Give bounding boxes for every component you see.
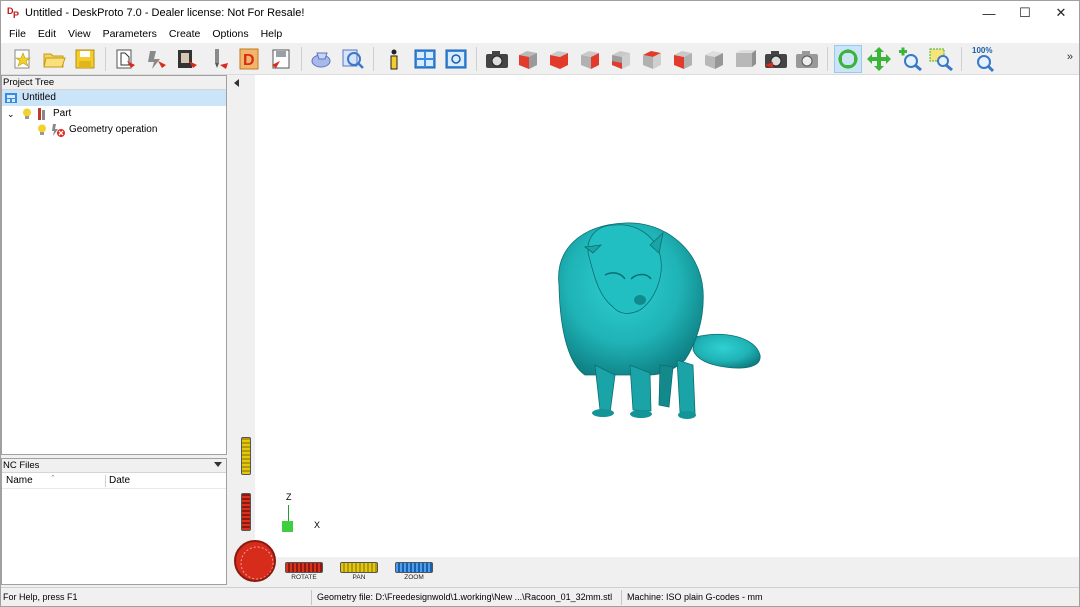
3d-viewport[interactable] — [255, 75, 1079, 557]
axis-origin-icon — [282, 521, 293, 532]
svg-text:D: D — [243, 52, 255, 69]
view-iso-icon[interactable] — [700, 45, 728, 73]
tree-item-part[interactable]: ⌄ Part — [2, 106, 226, 122]
menu-parameters[interactable]: Parameters — [97, 28, 163, 40]
menu-options[interactable]: Options — [206, 28, 254, 40]
axis-z-label: Z — [286, 492, 292, 502]
zoom-wheel-label: ZOOM — [404, 574, 424, 581]
column-divider[interactable] — [105, 475, 106, 487]
nc-files-panel: NC Files ⌃ Name Date — [1, 458, 227, 585]
operation-parameters-icon[interactable] — [143, 45, 171, 73]
project-tree: Project Tree Untitled ⌄ Part Geometry op… — [1, 75, 227, 455]
open-folder-icon[interactable] — [40, 45, 68, 73]
snapshot-icon[interactable] — [762, 45, 790, 73]
new-project-icon[interactable] — [9, 45, 37, 73]
menu-bar: File Edit View Parameters Create Options… — [1, 25, 1079, 43]
tree-item-geometry-operation[interactable]: Geometry operation — [2, 122, 226, 138]
view-bottom-icon[interactable] — [669, 45, 697, 73]
nc-files-header: NC Files — [2, 459, 226, 473]
sort-caret-icon: ⌃ — [50, 475, 56, 482]
zoom-100-icon[interactable]: 100% — [968, 45, 1002, 73]
dp-wizard-icon[interactable]: D — [236, 45, 264, 73]
status-geometry-file: Geometry file: D:\Freedesignwold\1.worki… — [317, 592, 613, 602]
operation-error-icon — [51, 123, 65, 143]
toolbar-separator — [373, 46, 374, 71]
left-panel: Project Tree Untitled ⌄ Part Geometry op… — [1, 75, 227, 585]
zoom-window-icon[interactable] — [927, 45, 955, 73]
tree-item-project[interactable]: Untitled — [2, 90, 226, 106]
axis-x-label: X — [314, 520, 321, 530]
preview-icon[interactable] — [442, 45, 470, 73]
pan-wheel-label: PAN — [352, 574, 366, 581]
nc-files-columns: ⌃ Name Date — [2, 473, 226, 489]
menu-help[interactable]: Help — [255, 28, 289, 40]
toolbar-separator — [476, 46, 477, 71]
minimize-button[interactable]: — — [971, 1, 1007, 25]
toolbar-separator — [105, 46, 106, 71]
status-divider — [311, 590, 312, 605]
dropdown-arrow-icon[interactable] — [214, 462, 222, 467]
close-button[interactable]: ✕ — [1043, 1, 1079, 25]
view-left-icon[interactable] — [607, 45, 635, 73]
pan-mode-icon[interactable] — [865, 45, 893, 73]
nc-files-title: NC Files — [3, 460, 40, 471]
info-icon[interactable] — [380, 45, 408, 73]
raccoon-model — [558, 222, 761, 419]
deskproto-logo-icon: D P — [7, 6, 20, 20]
column-header-date[interactable]: Date — [109, 473, 130, 489]
window-layout-icon[interactable] — [411, 45, 439, 73]
rotate-wheel[interactable] — [285, 562, 323, 573]
menu-file[interactable]: File — [3, 28, 32, 40]
status-help-text: For Help, press F1 — [3, 592, 78, 602]
view-right-icon[interactable] — [545, 45, 573, 73]
view-front-icon[interactable] — [514, 45, 542, 73]
rotate-wheel-label: ROTATE — [291, 574, 317, 581]
tree-item-label: Untitled — [22, 92, 56, 103]
main-toolbar: D 100% » — [1, 43, 1079, 75]
project-tree-header: Project Tree — [2, 76, 226, 90]
rotate-mode-icon[interactable] — [834, 44, 862, 73]
pan-wheel[interactable] — [340, 562, 378, 573]
menu-create[interactable]: Create — [163, 28, 207, 40]
snapshot-settings-icon[interactable] — [793, 45, 821, 73]
menu-view[interactable]: View — [62, 28, 97, 40]
zoom-wheel[interactable] — [395, 562, 433, 573]
toolbar-separator — [961, 46, 962, 71]
export-icon[interactable] — [267, 45, 295, 73]
save-icon[interactable] — [71, 45, 99, 73]
column-header-name[interactable]: Name — [6, 473, 33, 489]
toolbar-separator — [301, 46, 302, 71]
zoom-mode-icon[interactable] — [896, 45, 924, 73]
rotate-wheel-vertical[interactable] — [241, 493, 251, 531]
lightbulb-icon[interactable] — [37, 124, 47, 142]
view-iso2-icon[interactable] — [731, 45, 759, 73]
window-title: Untitled - DeskProto 7.0 - Dealer licens… — [25, 7, 305, 19]
status-divider — [621, 590, 622, 605]
axis-z-line — [288, 505, 289, 521]
toolbar-overflow-button[interactable]: » — [1067, 51, 1073, 63]
camera-icon[interactable] — [483, 45, 511, 73]
menu-edit[interactable]: Edit — [32, 28, 62, 40]
collapse-panel-icon[interactable] — [234, 79, 239, 87]
part-parameters-icon[interactable] — [112, 45, 140, 73]
machine-parameters-icon[interactable] — [174, 45, 202, 73]
app-window: D P Untitled - DeskProto 7.0 - Dealer li… — [0, 0, 1080, 607]
view-top-icon[interactable] — [638, 45, 666, 73]
view-back-icon[interactable] — [576, 45, 604, 73]
svg-text:100%: 100% — [972, 46, 992, 55]
toolbar-separator — [827, 46, 828, 71]
cutter-icon[interactable] — [205, 45, 233, 73]
status-machine: Machine: ISO plain G-codes - mm — [627, 592, 763, 602]
tree-item-label: Geometry operation — [69, 124, 158, 135]
chevron-down-icon[interactable]: ⌄ — [7, 106, 15, 122]
pan-wheel-vertical[interactable] — [241, 437, 251, 475]
title-bar: D P Untitled - DeskProto 7.0 - Dealer li… — [1, 1, 1079, 25]
pencil-eraser-icon[interactable] — [308, 45, 336, 73]
tree-item-label: Part — [53, 108, 72, 119]
status-bar: For Help, press F1 Geometry file: D:\Fre… — [1, 587, 1079, 606]
maximize-button[interactable]: ☐ — [1007, 1, 1043, 25]
inspect-icon[interactable] — [339, 45, 367, 73]
rotate-dial-icon[interactable] — [234, 540, 276, 582]
